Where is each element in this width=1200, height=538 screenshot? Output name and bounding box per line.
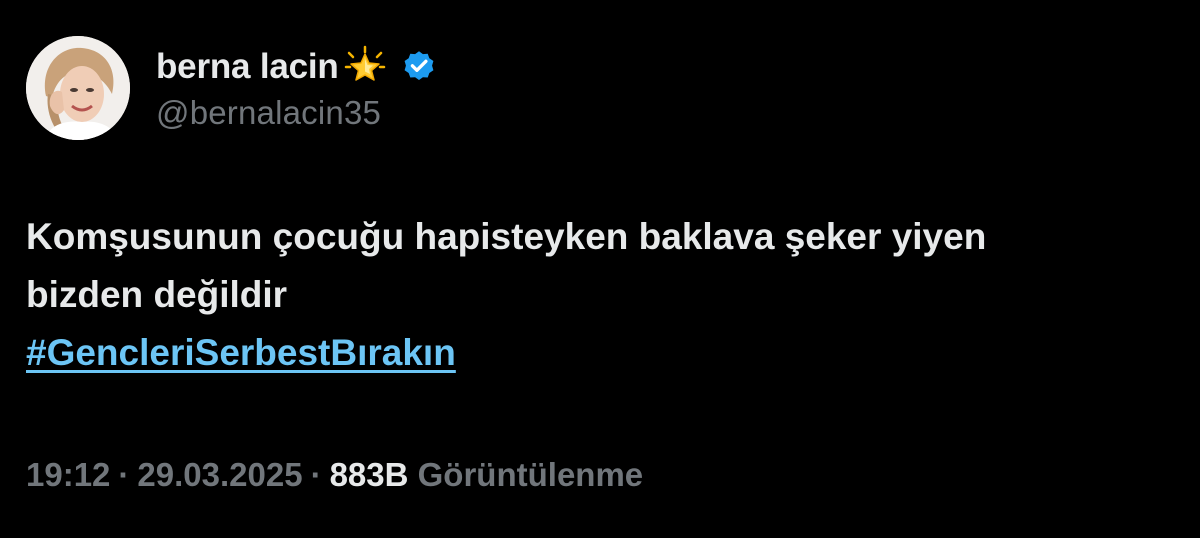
separator: ·	[310, 456, 322, 493]
tweet-text-line-1: Komşusunun çocuğu hapisteyken baklava şe…	[26, 216, 987, 257]
avatar[interactable]	[26, 36, 130, 140]
tweet-text-line-2: bizden değildir	[26, 274, 288, 315]
tweet-time[interactable]: 19:12	[26, 456, 110, 493]
hashtag-link[interactable]: #GencleriSerbestBırakın	[26, 332, 456, 373]
name-row: berna lacin	[156, 42, 437, 92]
tweet-header: berna lacin @bernalacin35	[26, 36, 437, 140]
tweet-meta: 19:12 · 29.03.2025 · 883B Görüntülenme	[26, 456, 643, 494]
views-count: 883B	[329, 456, 409, 493]
verified-badge-icon[interactable]	[401, 49, 437, 85]
views-label: Görüntülenme	[417, 456, 644, 493]
display-name[interactable]: berna lacin	[156, 47, 339, 87]
separator: ·	[118, 456, 130, 493]
user-handle[interactable]: @bernalacin35	[156, 94, 437, 132]
tweet-date[interactable]: 29.03.2025	[137, 456, 302, 493]
glowing-star-icon	[343, 45, 387, 89]
tweet-text: Komşusunun çocuğu hapisteyken baklava şe…	[26, 208, 1176, 382]
tweet-card: berna lacin @bernalacin35 Komşusunun çoc…	[0, 0, 1200, 538]
user-names: berna lacin @bernalacin35	[156, 42, 437, 132]
